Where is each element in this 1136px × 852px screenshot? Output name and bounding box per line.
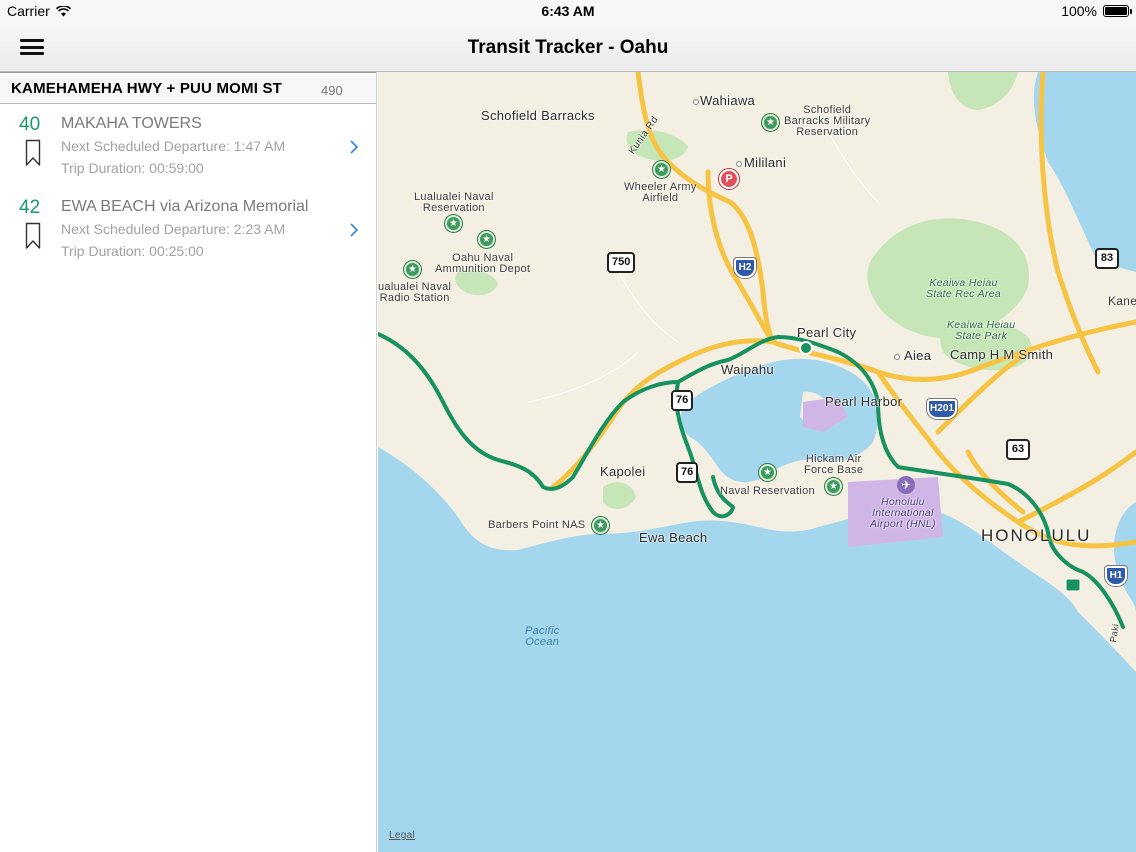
status-time: 6:43 AM	[541, 3, 595, 19]
label-line: Force Base	[804, 464, 864, 476]
military-base-icon: ★	[592, 517, 609, 534]
stop-header: KAMEHAMEHA HWY + PUU MOMI ST 490	[0, 72, 376, 104]
label-line: Reservation	[422, 202, 485, 214]
label-line: State Park	[955, 330, 1008, 342]
map-label: Schofield Barracks	[481, 108, 595, 123]
map-label: Keaiwa Heiau State Rec Area	[926, 278, 1001, 300]
route-shield-76: 76	[671, 390, 694, 411]
route-number: 42	[19, 197, 41, 218]
route-shield-63: 63	[1006, 439, 1030, 460]
military-base-icon: ★	[478, 231, 495, 248]
map-label: Hickam Air Force Base	[804, 454, 863, 476]
label-line: State Rec Area	[926, 288, 1002, 300]
map-label: Pacific Ocean	[525, 626, 560, 648]
chevron-right-icon[interactable]	[348, 221, 360, 239]
route-next-departure: Next Scheduled Departure: 2:23 AM	[61, 221, 286, 237]
battery-fill	[1105, 7, 1127, 15]
route-shield-750: 750	[607, 252, 636, 273]
town-dot-icon	[736, 161, 742, 167]
stop-id: 490	[321, 83, 343, 98]
label-line: Radio Station	[379, 292, 450, 304]
route-shield-83: 83	[1095, 248, 1119, 269]
map-label: ualualei Naval Radio Station	[378, 282, 451, 304]
legal-link[interactable]: Legal	[389, 830, 415, 841]
map-label: Oahu Naval Ammunition Depot	[435, 253, 530, 275]
route-map[interactable]: Schofield Barracks Wahiawa Schofield Bar…	[378, 72, 1136, 852]
interstate-shield-h1: H1	[1105, 566, 1127, 586]
status-bar-right: 100%	[1061, 3, 1132, 19]
map-label: Pearl Harbor	[825, 394, 903, 409]
map-label: Waipahu	[721, 362, 774, 377]
label-line: Airfield	[642, 192, 679, 204]
label-line: Ammunition Depot	[435, 263, 531, 275]
route-trip-duration: Trip Duration: 00:59:00	[61, 160, 204, 176]
military-base-icon: ★	[653, 161, 670, 178]
route-destination: EWA BEACH via Arizona Memorial	[61, 198, 309, 215]
navigation-bar: Transit Tracker - Oahu	[0, 22, 1136, 72]
stop-name: KAMEHAMEHA HWY + PUU MOMI ST	[11, 80, 283, 97]
battery-icon	[1103, 5, 1132, 17]
route-shield-76: 76	[676, 462, 699, 483]
map-label: Mililani	[744, 155, 787, 170]
status-bar: Carrier 6:43 AM 100%	[0, 0, 1136, 22]
map-label: Aiea	[904, 348, 932, 363]
bookmark-icon[interactable]	[25, 222, 41, 250]
military-base-icon: ★	[825, 478, 842, 495]
map-label: HONOLULU	[981, 526, 1092, 545]
map-label: Pearl City	[797, 325, 857, 340]
airport-icon: ✈	[897, 476, 915, 494]
map-label: Barbers Point NAS	[488, 519, 586, 531]
map-label: Kane	[1108, 294, 1136, 308]
map-label: Naval Reservation	[720, 485, 815, 497]
page-title: Transit Tracker - Oahu	[467, 37, 669, 58]
map-label: Schofield Barracks Military Reservation	[784, 105, 870, 138]
bookmark-icon[interactable]	[25, 139, 41, 167]
map-label: Keaiwa Heiau State Park	[947, 320, 1015, 342]
route-row-42[interactable]: 42 EWA BEACH via Arizona Memorial Next S…	[0, 187, 376, 270]
military-base-icon: ★	[445, 215, 462, 232]
interstate-shield-h2: H2	[734, 258, 756, 278]
military-base-icon: ★	[404, 261, 421, 278]
military-base-icon: ★	[759, 464, 776, 481]
town-dot-icon	[894, 354, 900, 360]
route-number: 40	[19, 114, 41, 135]
route-list-panel: KAMEHAMEHA HWY + PUU MOMI ST 490 40 MAKA…	[0, 72, 377, 852]
map-label: Kapolei	[600, 464, 646, 479]
route-destination: MAKAHA TOWERS	[61, 115, 202, 132]
map-label: Lualualei Naval Reservation	[414, 192, 494, 214]
battery-percent: 100%	[1061, 3, 1097, 19]
label-line: Airport (HNL)	[870, 518, 936, 530]
route-row-40[interactable]: 40 MAKAHA TOWERS Next Scheduled Departur…	[0, 104, 376, 187]
bus-stop-marker	[799, 341, 813, 355]
parking-icon: P	[719, 169, 739, 189]
town-dot-icon	[693, 99, 699, 105]
map-label: Wahiawa	[700, 93, 756, 108]
map-label: Wheeler Army Airfield	[624, 182, 697, 204]
interstate-shield-h201: H201	[927, 399, 957, 419]
label-line: Reservation	[796, 126, 859, 138]
map-label: Camp H M Smith	[950, 347, 1054, 362]
label-line: Ocean	[525, 636, 560, 648]
map-label: Honolulu International Airport (HNL)	[870, 497, 936, 530]
route-trip-duration: Trip Duration: 00:25:00	[61, 243, 204, 259]
military-base-icon: ★	[762, 114, 779, 131]
chevron-right-icon[interactable]	[348, 138, 360, 156]
bus-icon	[1065, 578, 1081, 592]
map-canvas	[378, 72, 1136, 672]
route-next-departure: Next Scheduled Departure: 1:47 AM	[61, 138, 286, 154]
map-label: Ewa Beach	[639, 530, 708, 545]
